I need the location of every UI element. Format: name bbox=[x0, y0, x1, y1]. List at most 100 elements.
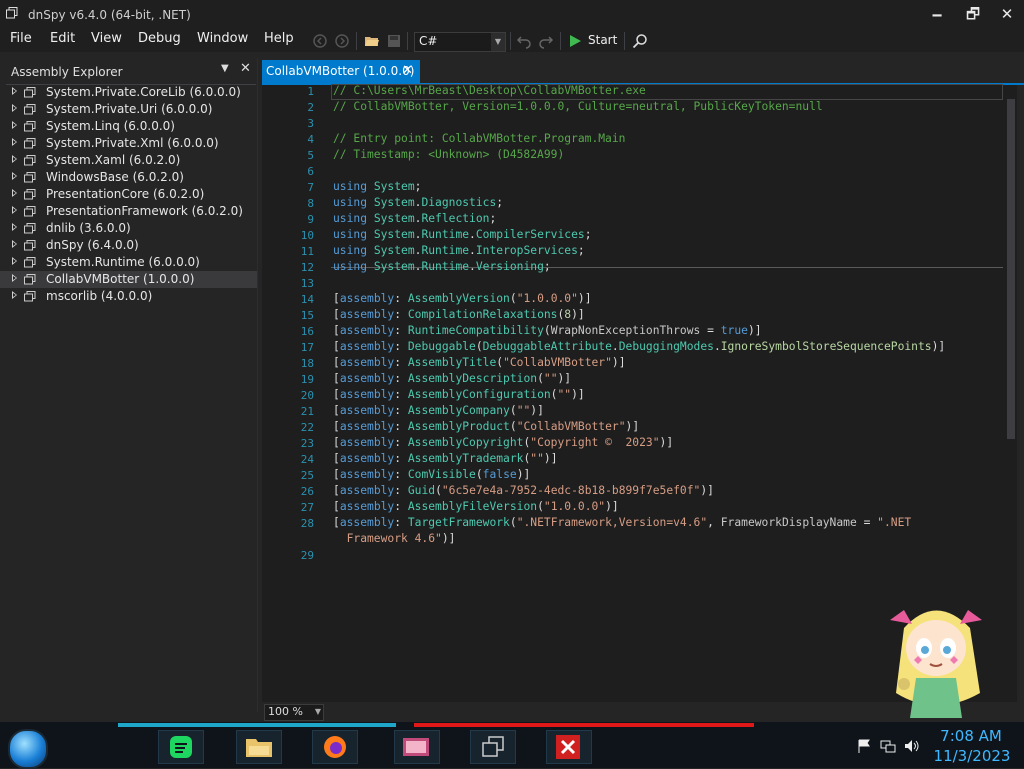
code-token: Guid bbox=[407, 484, 436, 497]
undo-icon[interactable] bbox=[516, 33, 532, 49]
close-button[interactable]: ✕ bbox=[990, 2, 1024, 26]
code-token: System bbox=[373, 212, 415, 225]
close-icon[interactable]: ✕ bbox=[402, 63, 413, 78]
code-token: "" bbox=[516, 404, 531, 417]
assembly-icon bbox=[24, 172, 36, 183]
expand-arrow-icon[interactable] bbox=[12, 206, 17, 214]
code-token: ( bbox=[509, 516, 517, 529]
red-x-icon bbox=[556, 735, 580, 759]
menu-view[interactable]: View bbox=[91, 31, 122, 46]
network-icon[interactable] bbox=[880, 739, 896, 753]
menu-debug[interactable]: Debug bbox=[138, 31, 181, 46]
tree-item[interactable]: PresentationFramework (6.0.2.0) bbox=[0, 203, 257, 220]
close-icon[interactable]: ✕ bbox=[240, 61, 251, 76]
taskbar-app-screenshot[interactable] bbox=[394, 730, 440, 764]
code-token: . bbox=[469, 260, 476, 273]
save-icon[interactable] bbox=[386, 33, 402, 49]
code-token: System bbox=[373, 196, 415, 209]
expand-arrow-icon[interactable] bbox=[12, 189, 17, 197]
restore-button[interactable]: 🗗 bbox=[956, 2, 990, 26]
tab-collabvmbotter[interactable]: CollabVMBotter (1.0.0.0) ✕ bbox=[262, 60, 420, 83]
expand-arrow-icon[interactable] bbox=[12, 104, 17, 112]
code-token: false bbox=[482, 468, 517, 481]
expand-arrow-icon[interactable] bbox=[12, 155, 17, 163]
taskbar-app-explorer[interactable] bbox=[236, 730, 282, 764]
taskbar-clock[interactable]: 7:08 AM bbox=[936, 727, 1006, 745]
code-token: assembly bbox=[339, 388, 395, 401]
taskbar-date[interactable]: 11/3/2023 bbox=[932, 747, 1012, 765]
expand-arrow-icon[interactable] bbox=[12, 121, 17, 129]
tree-item[interactable]: mscorlib (4.0.0.0) bbox=[0, 288, 257, 305]
code-token: : bbox=[394, 340, 408, 353]
code-line: [assembly: CompilationRelaxations(8)] bbox=[333, 308, 585, 321]
code-token: using bbox=[333, 244, 374, 257]
menu-help[interactable]: Help bbox=[264, 31, 294, 46]
flag-icon[interactable] bbox=[856, 739, 872, 753]
code-token: . bbox=[469, 244, 476, 257]
expand-arrow-icon[interactable] bbox=[12, 240, 17, 248]
tree-item[interactable]: System.Private.Xml (6.0.0.0) bbox=[0, 135, 257, 152]
minimize-button[interactable]: 🗕 bbox=[920, 2, 954, 26]
code-token: ( bbox=[537, 500, 544, 513]
code-token: assembly bbox=[339, 516, 395, 529]
navigate-forward-icon[interactable] bbox=[334, 33, 350, 49]
code-token: "6c5e7e4a-7952-4edc-8b18-b899f7e5ef0f" bbox=[441, 484, 701, 497]
redo-icon[interactable] bbox=[538, 33, 554, 49]
code-token: assembly bbox=[339, 420, 395, 433]
tree-item[interactable]: dnlib (3.6.0.0) bbox=[0, 220, 257, 237]
code-token: using bbox=[333, 196, 374, 209]
taskbar-glow-cyan bbox=[118, 723, 396, 727]
vertical-scrollbar[interactable] bbox=[1005, 85, 1017, 702]
taskbar-app-firefox[interactable] bbox=[312, 730, 358, 764]
firefox-icon bbox=[324, 736, 346, 758]
code-token: )] bbox=[625, 420, 640, 433]
tree-item[interactable]: System.Private.CoreLib (6.0.0.0) bbox=[0, 84, 257, 101]
taskbar-app-spotify[interactable] bbox=[158, 730, 204, 764]
expand-arrow-icon[interactable] bbox=[12, 87, 17, 95]
code-line: // Timestamp: <Unknown> (D4582A99) bbox=[333, 148, 564, 161]
tree-item[interactable]: System.Runtime (6.0.0.0) bbox=[0, 254, 257, 271]
start-orb-button[interactable] bbox=[8, 729, 48, 769]
open-folder-icon[interactable] bbox=[364, 33, 380, 49]
code-token: [ bbox=[333, 468, 340, 481]
code-line: [assembly: AssemblyTrademark("")] bbox=[333, 452, 558, 465]
expand-arrow-icon[interactable] bbox=[12, 223, 17, 231]
volume-icon[interactable] bbox=[904, 739, 920, 753]
code-token: // C:\Users\MrBeast\Desktop\CollabVMBott… bbox=[333, 84, 646, 97]
toolbar-separator bbox=[560, 32, 561, 50]
tree-item[interactable]: WindowsBase (6.0.2.0) bbox=[0, 169, 257, 186]
menu-edit[interactable]: Edit bbox=[50, 31, 75, 46]
assembly-icon bbox=[24, 138, 36, 149]
zoom-select[interactable]: 100 % ▼ bbox=[264, 704, 324, 721]
taskbar-app-dnspy[interactable] bbox=[470, 730, 516, 764]
tree-item[interactable]: System.Xaml (6.0.2.0) bbox=[0, 152, 257, 169]
code-token: assembly bbox=[339, 356, 395, 369]
expand-arrow-icon[interactable] bbox=[12, 138, 17, 146]
panel-menu-icon[interactable]: ▼ bbox=[221, 63, 229, 74]
expand-arrow-icon[interactable] bbox=[12, 291, 17, 299]
taskbar-app-close-tool[interactable] bbox=[546, 730, 592, 764]
tree-item[interactable]: CollabVMBotter (1.0.0.0) bbox=[0, 271, 257, 288]
code-line: using System.Reflection; bbox=[333, 212, 496, 225]
tree-item[interactable]: PresentationCore (6.0.2.0) bbox=[0, 186, 257, 203]
language-value: C# bbox=[419, 34, 438, 48]
scrollbar-thumb[interactable] bbox=[1007, 99, 1015, 439]
tree-item[interactable]: dnSpy (6.4.0.0) bbox=[0, 237, 257, 254]
menu-window[interactable]: Window bbox=[197, 31, 248, 46]
assembly-icon bbox=[24, 206, 36, 217]
tree-item[interactable]: System.Private.Uri (6.0.0.0) bbox=[0, 101, 257, 118]
line-number: 11 bbox=[300, 245, 314, 258]
dnspy-app-icon bbox=[6, 7, 18, 19]
search-icon[interactable] bbox=[632, 33, 648, 49]
tree-item[interactable]: System.Linq (6.0.0.0) bbox=[0, 118, 257, 135]
code-token: [ bbox=[333, 484, 340, 497]
line-number: 4 bbox=[307, 133, 314, 146]
language-select[interactable]: C# ▼ bbox=[414, 32, 506, 52]
expand-arrow-icon[interactable] bbox=[12, 172, 17, 180]
expand-arrow-icon[interactable] bbox=[12, 257, 17, 265]
code-token: = bbox=[700, 324, 721, 337]
expand-arrow-icon[interactable] bbox=[12, 274, 17, 282]
menu-file[interactable]: File bbox=[10, 31, 32, 46]
navigate-back-icon[interactable] bbox=[312, 33, 328, 49]
dnspy-taskbar-icon bbox=[482, 736, 504, 757]
